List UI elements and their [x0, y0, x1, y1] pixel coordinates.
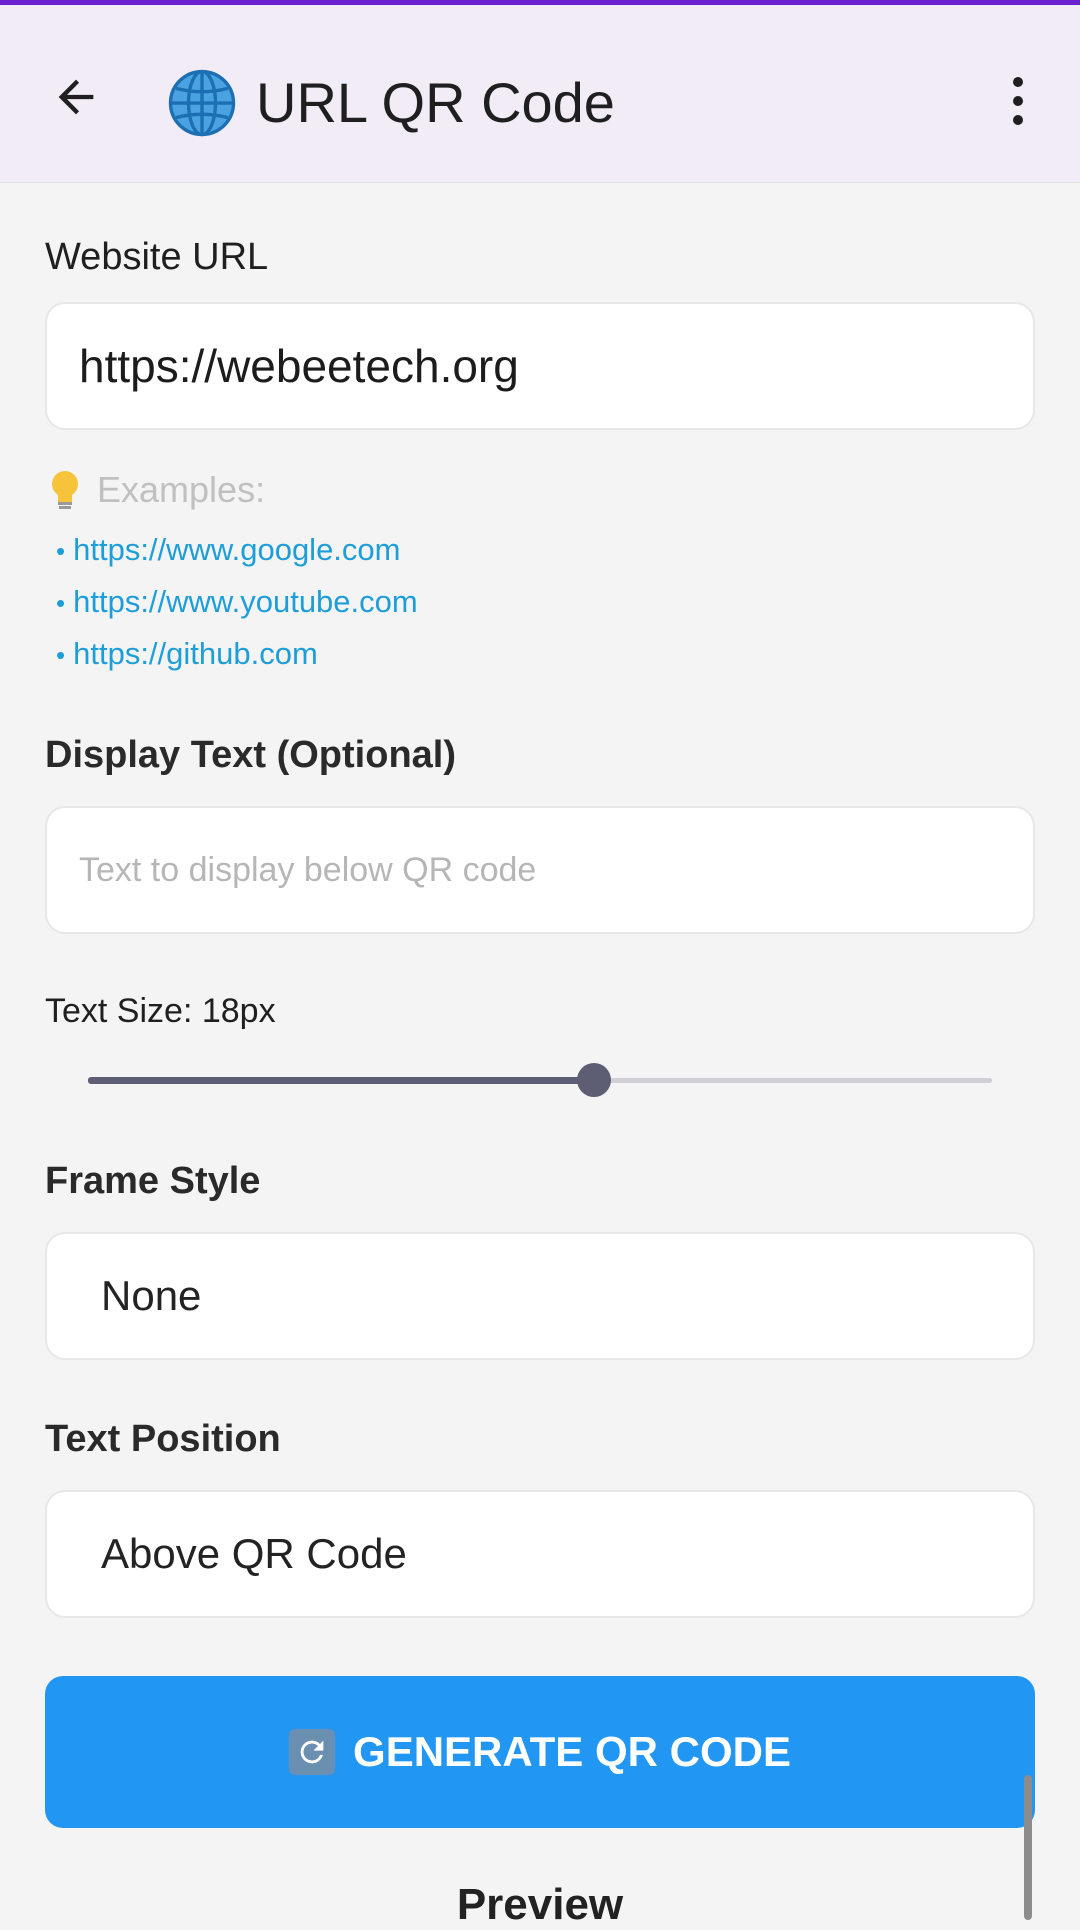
website-url-input[interactable]: https://webeetech.org — [45, 302, 1035, 430]
bullet-dot: • — [56, 588, 66, 618]
website-url-label: Website URL — [45, 236, 269, 278]
arrow-left-icon — [58, 79, 94, 115]
refresh-icon — [289, 1729, 336, 1775]
preview-heading: Preview — [456, 1880, 624, 1929]
more-vert-icon-dot — [1013, 115, 1023, 125]
example-link-text: https://github.com — [73, 636, 318, 671]
back-button[interactable] — [40, 61, 112, 133]
text-size-label: Text Size: 18px — [45, 992, 276, 1030]
bullet-dot: • — [56, 536, 66, 566]
bullet-dot: • — [56, 640, 66, 670]
scrollbar[interactable] — [1024, 1775, 1032, 1920]
example-link-youtube[interactable]: • https://www.youtube.com — [56, 584, 418, 620]
lightbulb-icon — [52, 471, 78, 509]
example-link-google[interactable]: • https://www.google.com — [56, 532, 401, 568]
page-title: URL QR Code — [256, 71, 615, 134]
more-options-button[interactable] — [990, 65, 1046, 137]
text-position-label: Text Position — [45, 1418, 281, 1460]
frame-style-select[interactable]: None — [45, 1232, 1035, 1360]
app-bar: URL QR Code — [0, 5, 1080, 183]
generate-button-label: GENERATE QR CODE — [353, 1728, 791, 1775]
generate-qr-button[interactable]: GENERATE QR CODE — [45, 1676, 1035, 1828]
example-link-text: https://www.google.com — [73, 532, 401, 567]
more-vert-icon-dot — [1013, 96, 1023, 106]
text-size-slider-thumb[interactable] — [577, 1063, 612, 1097]
display-text-input[interactable]: Text to display below QR code — [45, 806, 1035, 934]
text-size-slider-fill — [88, 1077, 595, 1084]
globe-icon — [168, 69, 236, 137]
example-link-text: https://www.youtube.com — [73, 584, 418, 619]
example-link-github[interactable]: • https://github.com — [56, 636, 318, 672]
text-position-select[interactable]: Above QR Code — [45, 1490, 1035, 1618]
examples-heading-text: Examples: — [97, 469, 266, 510]
display-text-label: Display Text (Optional) — [45, 734, 457, 776]
more-vert-icon — [1013, 77, 1023, 87]
frame-style-label: Frame Style — [45, 1160, 261, 1202]
examples-heading: Examples: — [45, 468, 265, 512]
